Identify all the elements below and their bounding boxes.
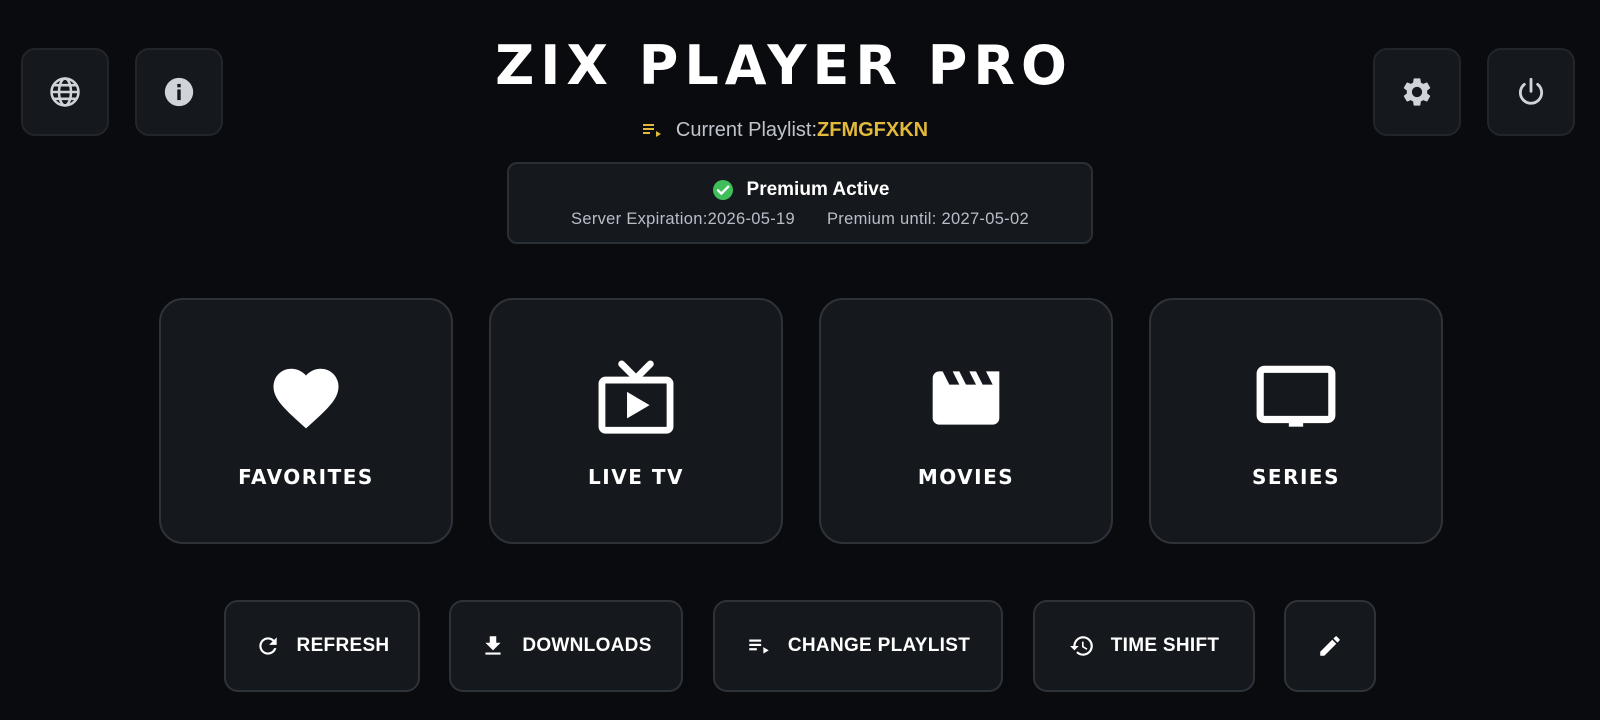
tile-label: FAVORITES <box>238 465 374 489</box>
history-icon <box>1069 636 1093 656</box>
change-playlist-label: CHANGE PLAYLIST <box>787 635 971 656</box>
premium-until: Premium until: 2027-05-02 <box>827 210 1029 228</box>
downloads-button[interactable]: DOWNLOADS <box>449 600 683 692</box>
server-expiration: Server Expiration:2026-05-19 <box>571 210 795 228</box>
downloads-label: DOWNLOADS <box>522 635 652 656</box>
premium-status-label: Premium Active <box>746 179 890 200</box>
playlist-icon <box>642 124 661 137</box>
current-playlist: Current Playlist: ZFMGFXKN <box>0 118 1568 142</box>
tile-icon-wrap <box>821 358 1111 438</box>
tile-icon-wrap <box>491 358 781 438</box>
edit-button[interactable] <box>1284 600 1376 692</box>
tile-icon-wrap <box>1151 358 1441 438</box>
tile-label: SERIES <box>1252 465 1340 489</box>
change-playlist-button[interactable]: CHANGE PLAYLIST <box>713 600 1003 692</box>
clapperboard-icon <box>932 371 1000 425</box>
premium-status: Premium Active <box>509 178 1091 202</box>
tile-label: MOVIES <box>917 465 1015 489</box>
app-title: ZIX PLAYER PRO <box>495 34 1073 97</box>
download-icon <box>485 636 501 655</box>
tile-live-tv[interactable]: LIVE TV <box>489 298 783 544</box>
playlist-icon <box>749 639 769 654</box>
tv-screen-icon <box>1256 365 1336 427</box>
tile-icon-wrap <box>161 358 451 438</box>
refresh-icon <box>258 637 277 655</box>
refresh-button[interactable]: REFRESH <box>224 600 420 692</box>
refresh-label: REFRESH <box>296 635 390 656</box>
playlist-prefix: Current Playlist: <box>675 118 818 141</box>
pencil-icon <box>1320 636 1340 656</box>
live-tv-icon <box>598 360 674 434</box>
tile-favorites[interactable]: FAVORITES <box>159 298 453 544</box>
tile-movies[interactable]: MOVIES <box>819 298 1113 544</box>
playlist-name: ZFMGFXKN <box>817 118 929 141</box>
time-shift-button[interactable]: TIME SHIFT <box>1033 600 1255 692</box>
expiration-row: Server Expiration:2026-05-19 Premium unt… <box>509 210 1091 229</box>
check-circle-icon <box>712 180 733 200</box>
heart-icon <box>273 368 339 429</box>
time-shift-label: TIME SHIFT <box>1110 635 1220 656</box>
subscription-status: Premium Active Server Expiration:2026-05… <box>507 162 1093 244</box>
tile-series[interactable]: SERIES <box>1149 298 1443 544</box>
main-screen: ZIX PLAYER PRO Current Playlist: ZFMGFXKN… <box>0 0 1600 720</box>
tile-label: LIVE TV <box>588 465 684 489</box>
